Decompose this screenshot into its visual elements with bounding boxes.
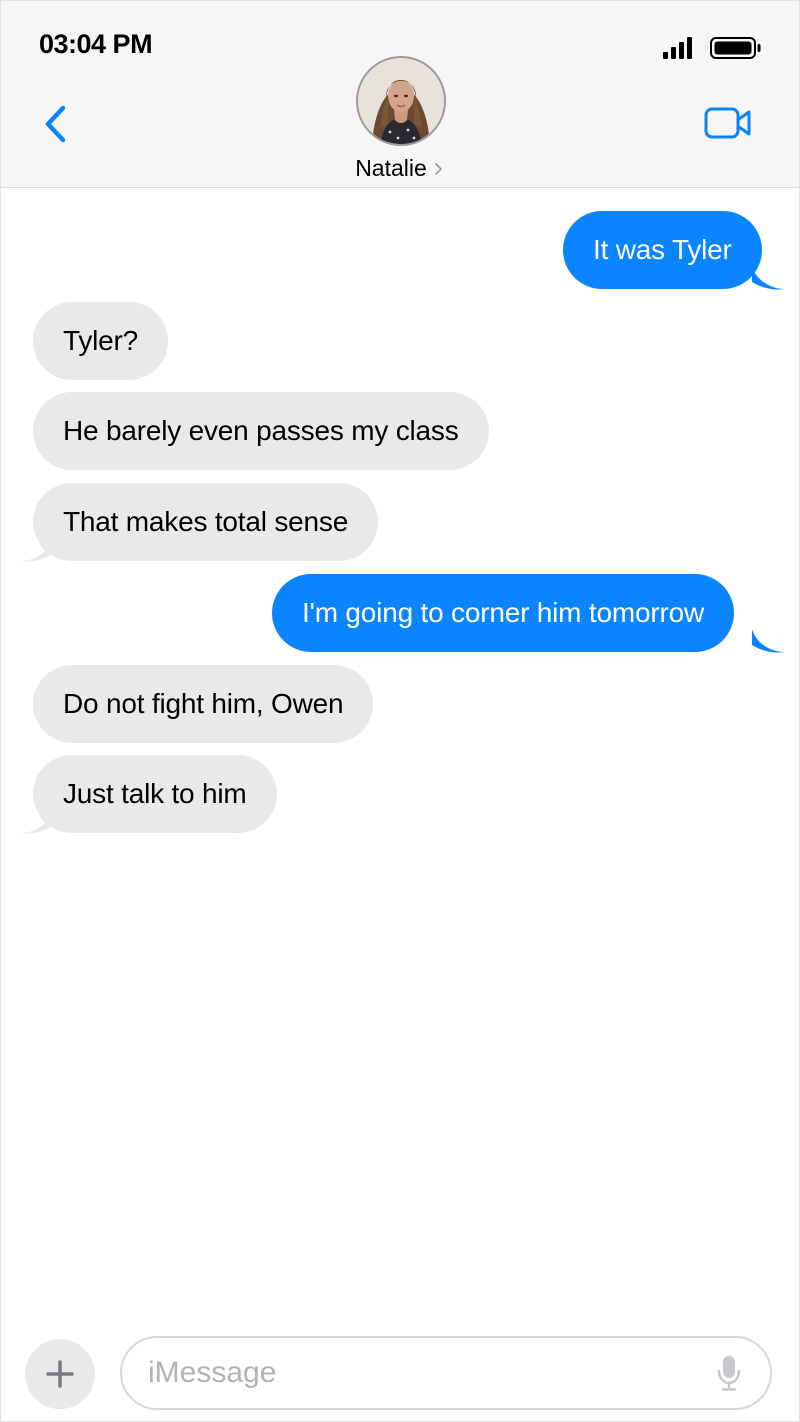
bubble-tail [20,810,53,834]
message-bubble-incoming[interactable]: Do not fight him, Owen [33,665,374,743]
microphone-icon[interactable] [716,1354,742,1392]
battery-icon [710,37,761,59]
bubble-tail [752,629,785,653]
avatar-photo [358,58,444,144]
message-bubble-incoming[interactable]: Just talk to him [33,755,277,833]
message-bubble-outgoing[interactable]: I'm going to corner him tomorrow [272,574,734,652]
message-bubble-incoming[interactable]: That makes total sense [33,483,379,561]
conversation-header: 03:04 PM Natalie [1,1,799,188]
bubble-tail [752,266,785,290]
status-time: 03:04 PM [39,29,153,59]
message-input-placeholder: iMessage [148,1356,277,1389]
apps-plus-button[interactable] [25,1339,95,1409]
plus-icon [46,1360,74,1388]
contact-avatar[interactable] [356,56,446,146]
contact-name: Natalie [355,155,427,181]
message-bubble-incoming[interactable]: Tyler? [33,302,169,380]
back-button[interactable] [39,103,73,145]
signal-bars-icon [663,37,692,59]
message-bubble-outgoing[interactable]: It was Tyler [563,211,762,289]
message-input[interactable]: iMessage [120,1336,772,1410]
messages-screen: 03:04 PM Natalie It was Tyler Tyler? He … [0,0,800,1422]
contact-name-button[interactable]: Natalie [1,155,799,182]
bubble-tail [20,538,53,562]
video-call-button[interactable] [704,107,752,139]
message-bubble-incoming[interactable]: He barely even passes my class [33,392,489,470]
chevron-right-icon [434,162,442,175]
